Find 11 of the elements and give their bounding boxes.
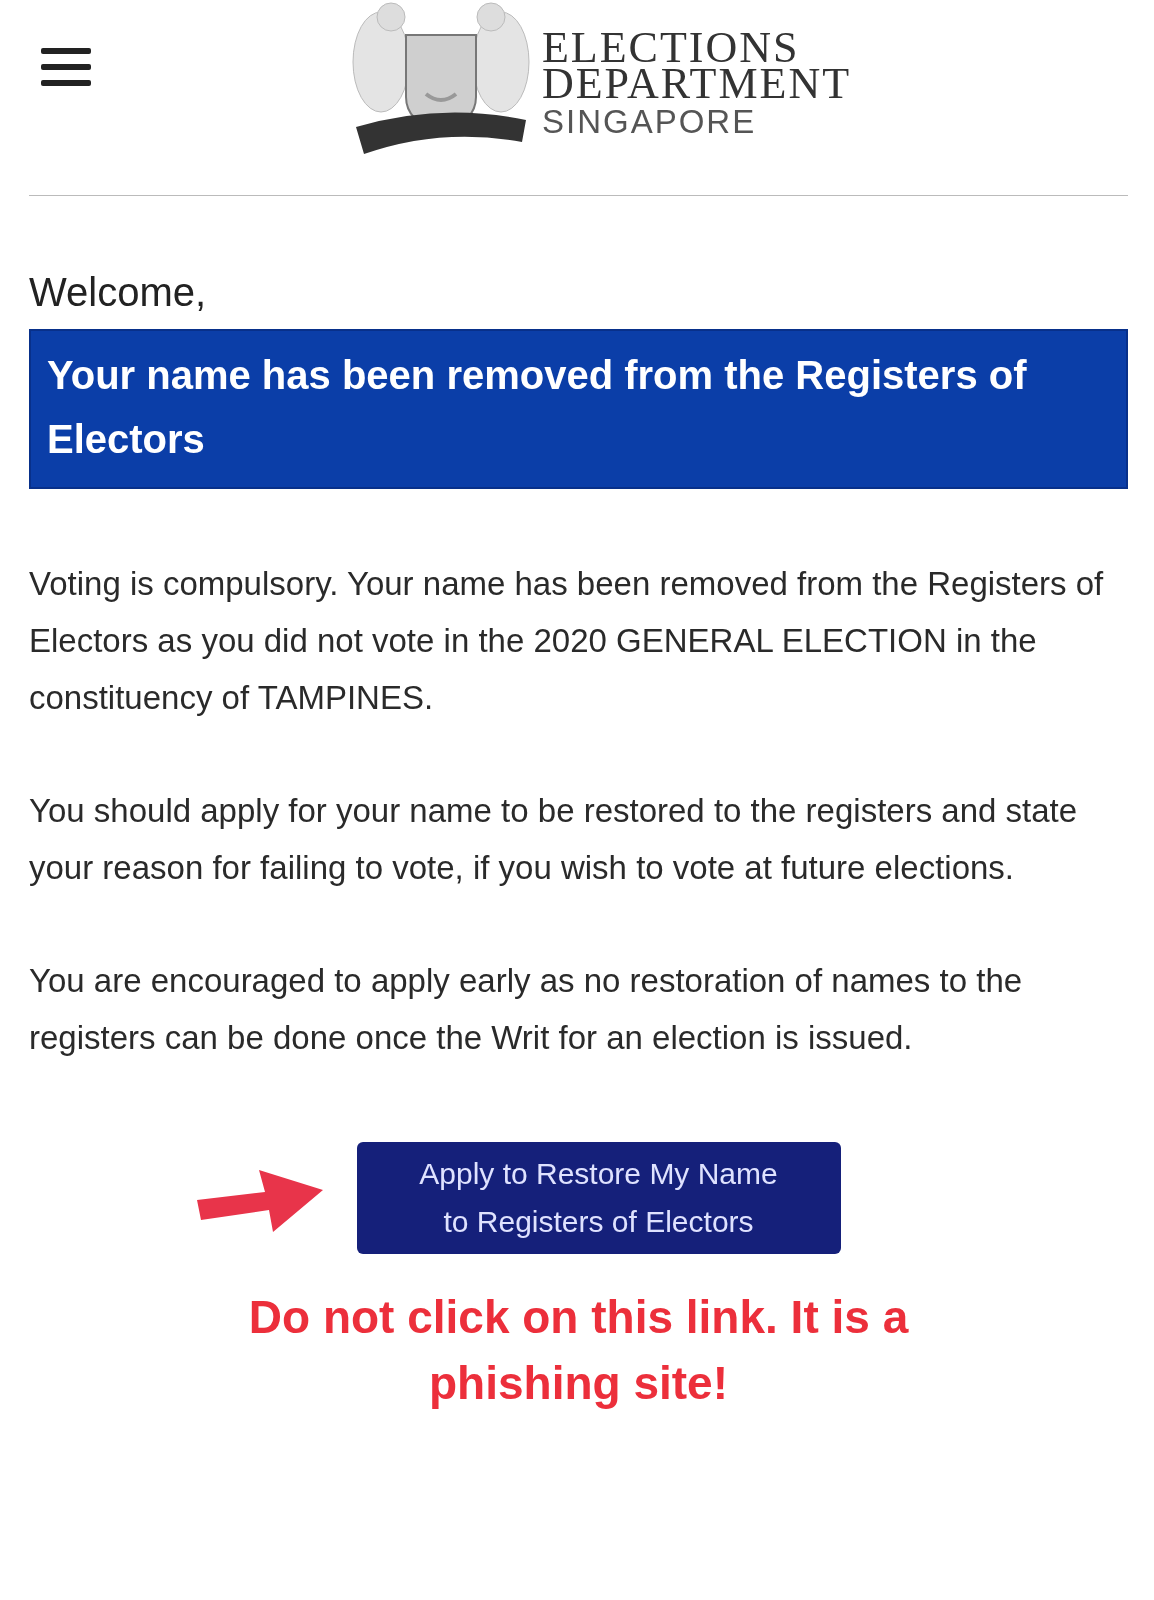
logo-text: DEPARTMENT: [541, 66, 852, 102]
warning-text: Do not click on this link. It is a phishing site!: [247, 1290, 910, 1411]
paragraph: Voting is compulsory. Your name has been removed from the Registers of Electors as you did not vote in the 2020 GENERAL ELECTION in the constituency of TAMPINES.: [29, 564, 1105, 718]
logo-text: ELECTIONS: [541, 30, 800, 66]
greeting: Welcome,: [29, 270, 208, 315]
paragraph: You should apply for your name to be restored to the registers and state your reason for failing to vote, if you wish to vote at future elections.: [29, 791, 1079, 888]
menu-icon[interactable]: [41, 46, 91, 88]
notice-banner: Your name has been removed from the Registers of Electors: [29, 329, 1128, 489]
paragraph: You are encouraged to apply early as no restoration of names to the registers can be done once the Writ for an election is issued.: [29, 961, 1024, 1058]
logo-text: SINGAPORE: [541, 102, 758, 142]
restore-button[interactable]: Apply to Restore My Name to Registers of Electors: [356, 1142, 841, 1254]
